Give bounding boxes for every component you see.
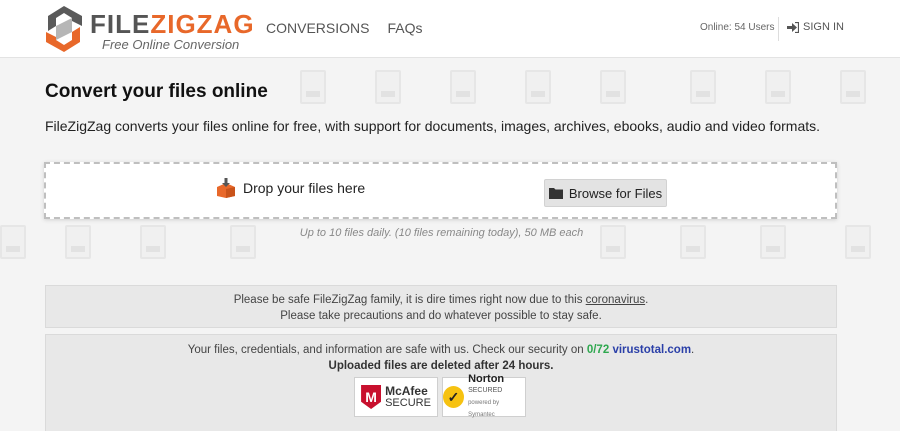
security-line-1: Your files, credentials, and information… bbox=[187, 344, 695, 356]
security-info: Your files, credentials, and information… bbox=[45, 334, 837, 431]
site-header: FILEZIGZAG Free Online Conversion CONVER… bbox=[0, 0, 900, 58]
notice-line-1: Please be safe FileZigZag family, it is … bbox=[233, 294, 649, 306]
coronavirus-link[interactable]: coronavirus bbox=[586, 294, 645, 306]
browse-files-button[interactable]: Browse for Files bbox=[544, 179, 667, 207]
main-nav: CONVERSIONS FAQs bbox=[266, 20, 422, 36]
sign-in-link[interactable]: SIGN IN bbox=[787, 21, 844, 33]
logo-icon bbox=[46, 6, 82, 52]
sign-in-icon bbox=[787, 21, 799, 33]
file-icon bbox=[690, 70, 716, 104]
intro-text: FileZigZag converts your files online fo… bbox=[45, 118, 821, 134]
nav-conversions[interactable]: CONVERSIONS bbox=[266, 20, 369, 36]
online-status: Online: 54 Users bbox=[700, 22, 775, 33]
file-icon bbox=[300, 70, 326, 104]
file-icon bbox=[840, 70, 866, 104]
virustotal-link[interactable]: virustotal.com bbox=[612, 344, 691, 356]
file-dropzone[interactable]: Drop your files here Browse for Files bbox=[44, 162, 837, 219]
logo-subtitle: Free Online Conversion bbox=[102, 37, 240, 52]
browse-label: Browse for Files bbox=[568, 185, 663, 201]
norton-check-icon: ✓ bbox=[443, 386, 465, 408]
page-title: Convert your files online bbox=[45, 81, 268, 102]
norton-badge[interactable]: ✓ Norton SECURED powered by Symantec bbox=[442, 373, 526, 418]
file-icon bbox=[600, 70, 626, 104]
mcafee-shield-icon: M bbox=[361, 385, 382, 409]
drop-area[interactable]: Drop your files here bbox=[216, 178, 365, 198]
folder-icon bbox=[548, 188, 563, 199]
upload-box-icon bbox=[217, 178, 235, 198]
file-icon bbox=[450, 70, 476, 104]
header-divider bbox=[778, 17, 779, 41]
sign-in-label: SIGN IN bbox=[803, 21, 844, 33]
upload-limits: Up to 10 files daily. (10 files remainin… bbox=[299, 227, 584, 239]
security-badges: M McAfee SECURE ✓ Norton SECURED powered… bbox=[354, 373, 526, 418]
nav-faqs[interactable]: FAQs bbox=[387, 20, 422, 36]
file-icon bbox=[375, 70, 401, 104]
notice-line-2: Please take precautions and do whatever … bbox=[280, 310, 602, 322]
site-logo[interactable]: FILEZIGZAG Free Online Conversion bbox=[44, 4, 254, 54]
security-line-2: Uploaded files are deleted after 24 hour… bbox=[328, 360, 554, 372]
safety-notice: Please be safe FileZigZag family, it is … bbox=[45, 285, 837, 328]
logo-wordmark: FILEZIGZAG bbox=[90, 9, 255, 39]
virustotal-score: 0/72 bbox=[586, 344, 610, 356]
drop-label: Drop your files here bbox=[243, 180, 366, 196]
file-icon bbox=[525, 70, 551, 104]
mcafee-badge[interactable]: M McAfee SECURE bbox=[354, 377, 438, 417]
file-icon bbox=[765, 70, 791, 104]
